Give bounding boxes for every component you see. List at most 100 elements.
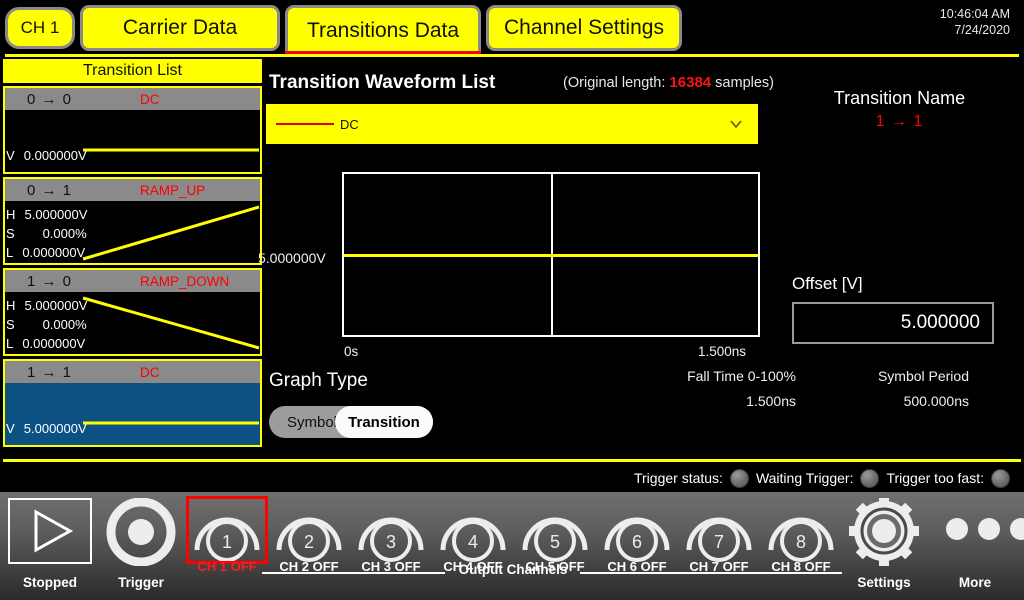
output-channel-button-1[interactable]: 1 CH 1 OFF bbox=[186, 496, 268, 598]
waiting-trigger-led bbox=[860, 468, 880, 488]
settings-button[interactable]: Settings bbox=[842, 496, 926, 598]
waveform-select-dropdown[interactable]: DC bbox=[266, 104, 758, 144]
plot-area[interactable] bbox=[342, 172, 760, 337]
transition-field-value: 5.000000V bbox=[24, 298, 88, 313]
transition-field-key: H bbox=[6, 298, 16, 313]
transition-name-value: 1 → 1 bbox=[875, 113, 924, 130]
graph-type-toggle[interactable]: Symbol Transition bbox=[269, 406, 433, 438]
output-channel-button-2[interactable]: 2 CH 2 OFF bbox=[268, 498, 350, 598]
output-channel-button-4[interactable]: 4 CH 4 OFF bbox=[432, 498, 514, 598]
output-channel-button-6[interactable]: 6 CH 6 OFF bbox=[596, 498, 678, 598]
transition-field-key: S bbox=[6, 317, 15, 332]
transition-item-name: 0 → 0 bbox=[27, 90, 73, 108]
output-channels-label: Output Channels bbox=[458, 562, 568, 577]
output-channels-rule-right bbox=[580, 572, 842, 574]
channel-output-icon: 2 bbox=[276, 517, 342, 562]
svg-text:6: 6 bbox=[632, 532, 642, 552]
channel-output-icon: 6 bbox=[604, 517, 670, 562]
offset-label: Offset [V] bbox=[792, 274, 863, 293]
chevron-down-icon bbox=[730, 120, 742, 129]
tab-channel-settings-label: Channel Settings bbox=[504, 16, 664, 39]
top-tab-bar: CH 1 Carrier Data Transitions Data Chann… bbox=[0, 0, 1024, 57]
offset-input[interactable]: 5.000000 bbox=[792, 302, 994, 344]
transition-list-item[interactable]: 0 → 0 DC V 0.000000V bbox=[3, 86, 262, 174]
channel-state-label: CH 1 OFF bbox=[197, 559, 257, 574]
svg-text:5: 5 bbox=[550, 532, 560, 552]
metric-fall-time-label: Fall Time 0-100% bbox=[687, 368, 796, 384]
graph-type-label: Graph Type bbox=[269, 370, 368, 391]
transition-field-key: L bbox=[6, 336, 14, 351]
output-channel-button-3[interactable]: 3 CH 3 OFF bbox=[350, 498, 432, 598]
tab-channel-settings[interactable]: Channel Settings bbox=[486, 5, 682, 51]
waveform-select-value: DC bbox=[340, 116, 359, 132]
transition-field-value: 5.000000V bbox=[23, 421, 87, 436]
transition-field-key: V bbox=[6, 421, 15, 436]
transition-item-body: V 0.000000V bbox=[5, 110, 260, 172]
gear-icon bbox=[849, 496, 919, 566]
panel-title: Transition Waveform List bbox=[269, 72, 496, 93]
more-dot bbox=[946, 518, 968, 540]
metric-fall-time-value: 1.500ns bbox=[746, 393, 796, 409]
run-stop-label: Stopped bbox=[23, 575, 77, 590]
transition-field-key: S bbox=[6, 226, 15, 241]
output-channel-button-8[interactable]: 8 CH 8 OFF bbox=[760, 498, 842, 598]
original-length-suffix: samples) bbox=[715, 75, 774, 91]
transition-item-name: 0 → 1 bbox=[27, 181, 73, 199]
toggle-option-transition[interactable]: Transition bbox=[335, 406, 433, 438]
channel-chip[interactable]: CH 1 bbox=[5, 7, 75, 49]
transition-list-item[interactable]: 1 → 0 RAMP_DOWN H 5.000000V S 0.000% L 0.000000… bbox=[3, 268, 262, 356]
transition-field: S 0.000% bbox=[6, 226, 87, 241]
transition-field-value: 0.000000V bbox=[22, 245, 86, 260]
tab-transitions-data-label: Transitions Data bbox=[306, 19, 460, 42]
more-button[interactable]: More bbox=[930, 498, 1024, 598]
output-channel-button-7[interactable]: 7 CH 7 OFF bbox=[678, 498, 760, 598]
channel-chip-label: CH 1 bbox=[20, 18, 60, 37]
y-axis-tick-label: 5.000000V bbox=[258, 250, 326, 266]
transition-list-item[interactable]: 1 → 1 DC V 5.000000V bbox=[3, 359, 262, 447]
play-icon bbox=[8, 498, 92, 564]
svg-text:7: 7 bbox=[714, 532, 724, 552]
output-channels-rule-left bbox=[262, 572, 445, 574]
trigger-button[interactable]: Trigger bbox=[100, 497, 182, 598]
clock-time: 10:46:04 AM bbox=[939, 7, 1010, 21]
transition-field: H 5.000000V bbox=[6, 298, 87, 313]
trigger-status-label: Trigger status: bbox=[633, 470, 723, 486]
application-window: CH 1 Carrier Data Transitions Data Chann… bbox=[0, 0, 1024, 600]
trigger-icon bbox=[106, 497, 176, 567]
tab-carrier-data[interactable]: Carrier Data bbox=[80, 5, 280, 51]
transition-field: V 0.000000V bbox=[6, 148, 87, 163]
tab-carrier-data-label: Carrier Data bbox=[122, 16, 238, 39]
x-axis-tick-start: 0s bbox=[344, 344, 359, 359]
output-channel-button-5[interactable]: 5 CH 5 OFF bbox=[514, 498, 596, 598]
transition-field: H 5.000000V bbox=[6, 207, 87, 222]
header-divider bbox=[5, 54, 1019, 57]
clock-date: 7/24/2020 bbox=[954, 23, 1010, 37]
tab-transitions-data[interactable]: Transitions Data bbox=[285, 5, 481, 57]
waveform-graph: 5.000000V 0s 1.500ns bbox=[258, 172, 774, 359]
more-dot bbox=[1010, 518, 1024, 540]
transition-field-key: H bbox=[6, 207, 16, 222]
run-stop-button[interactable]: Stopped bbox=[0, 498, 100, 598]
more-label: More bbox=[958, 575, 992, 590]
transition-field-value: 5.000000V bbox=[24, 207, 88, 222]
bottom-toolbar: Stopped Trigger 1 CH 1 OFF 2 CH 2 OFF 3 CH 3 … bbox=[0, 492, 1024, 600]
original-length-value: 16384 bbox=[669, 74, 712, 91]
selected-channel-indicator bbox=[186, 496, 268, 564]
waiting-trigger-label: Waiting Trigger: bbox=[755, 470, 854, 486]
transition-field: L 0.000000V bbox=[6, 336, 85, 351]
transition-list-title-label: Transition List bbox=[83, 62, 182, 79]
transition-item-kind: RAMP_DOWN bbox=[140, 273, 230, 289]
transition-field-value: 0.000% bbox=[42, 317, 87, 332]
metric-fall-time: Fall Time 0-100% 1.500ns bbox=[666, 368, 796, 409]
trigger-status-bar: Trigger status: Waiting Trigger: Trigger… bbox=[634, 464, 1010, 492]
original-length-prefix: (Original length: bbox=[563, 75, 666, 91]
transition-item-header: 1 → 1 DC bbox=[5, 361, 260, 383]
transition-name-label: Transition Name bbox=[833, 88, 966, 108]
transition-item-header: 0 → 1 RAMP_UP bbox=[5, 179, 260, 201]
transition-list-item[interactable]: 0 → 1 RAMP_UP H 5.000000V S 0.000% L 0.000000V bbox=[3, 177, 262, 265]
transition-field-value: 0.000000V bbox=[22, 336, 86, 351]
transition-properties-panel: Transition Name 1 → 1 Offset [V] 5.00000… bbox=[778, 62, 1021, 455]
transition-waveform-panel: Transition Waveform List (Original lengt… bbox=[258, 62, 969, 455]
trigger-too-fast-label: Trigger too fast: bbox=[886, 470, 984, 486]
svg-text:8: 8 bbox=[796, 532, 806, 552]
